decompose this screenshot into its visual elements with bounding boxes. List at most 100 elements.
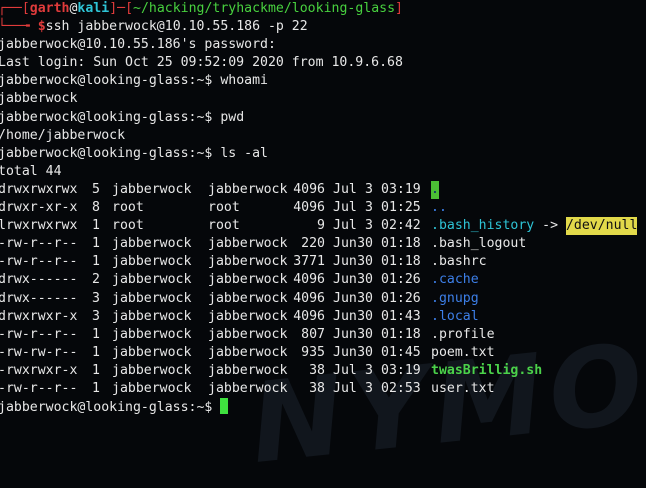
prompt-bracket-close: ] [395,1,403,16]
ls-group: jabberwock [208,290,288,306]
ls-time: 01:18 [381,236,421,252]
ls-group: jabberwock [208,254,288,270]
ls-month: Jul [333,181,357,197]
ls-owner: jabberwock [112,344,192,360]
ls-permissions: drwx------ [0,290,78,306]
prompt-user: garth [29,1,70,16]
ls-link-count: 2 [92,272,100,288]
ls-entry: drwxr-xr-x 8 root root 4096 Jul 3 01:25.. [0,199,646,217]
ssh-command-line: └──╼ $ssh jabberwock@10.10.55.186 -p 22 [0,18,646,36]
ls-day: 3 [365,380,373,396]
ls-month: Jun [333,326,357,342]
ls-permissions: -rw-r--r-- [0,326,78,342]
ls-owner: jabberwock [112,308,192,324]
ls-filename: .bash_logout [431,236,527,252]
ls-group: jabberwock [208,326,288,342]
ls-owner: jabberwock [112,236,192,252]
ls-permissions: drwxrwxr-x [0,308,78,324]
ls-link-count: 1 [92,254,100,270]
ls-filename: .. [431,200,447,216]
ls-entry: -rw-rw-r-- 1 jabberwock jabberwock 935 Jun30 0… [0,344,646,362]
final-prompt-line[interactable]: jabberwock@looking-glass:~$ [0,398,646,416]
ls-entry: drwxrwxrwx 5 jabberwock jabberwock 4096 Jul 3 0… [0,180,646,200]
ls-size: 807 [301,326,325,342]
ls-owner: jabberwock [112,326,192,342]
ls-link-count: 5 [92,181,100,197]
ls-time: 01:26 [381,272,421,288]
terminal-cursor[interactable] [220,398,229,415]
ls-filename: .bash_history [431,218,535,234]
ls-owner: jabberwock [112,290,192,306]
prompt-bracket: ┌──[ [0,1,30,16]
ls-size: 9 [317,218,325,234]
ls-group: root [208,218,240,234]
ls-month: Jun [333,272,357,288]
ls-time: 03:19 [381,181,421,197]
ls-link-count: 1 [92,326,100,342]
ls-owner: jabberwock [112,380,192,396]
prompt-dollar: $ [37,19,46,35]
ls-group: jabberwock [208,380,288,396]
ls-month: Jun [333,290,357,306]
ls-size: 38 [309,362,325,378]
ls-owner: jabberwock [112,272,192,288]
ls-filename: .cache [431,272,479,288]
whoami-command: whoami [220,73,268,89]
ls-time: 01:25 [381,200,421,216]
ls-day: 30 [357,236,373,252]
ls-size: 935 [301,344,325,360]
ls-time: 01:45 [381,344,421,360]
ls-size: 4096 [293,290,325,306]
prompt-path: ~/hacking/tryhackme/looking-glass [133,1,396,16]
pwd-command: pwd [220,109,245,125]
ls-time: 02:53 [381,380,421,396]
ls-permissions: -rw-rw-r-- [0,344,78,360]
prompt-arrow: └──╼ [0,19,38,35]
terminal-output[interactable]: ┌──[garth@kali]─[~/hacking/tryhackme/loo… [0,0,646,416]
ls-link-count: 1 [92,380,100,396]
ls-permissions: drwxrwxrwx [0,181,78,197]
ls-month: Jun [333,236,357,252]
ls-size: 220 [301,236,325,252]
ls-owner: root [112,218,144,234]
ls-filename: user.txt [431,380,495,396]
ls-permissions: drwx------ [0,272,78,288]
ssh-command: ssh jabberwock@10.10.55.186 -p 22 [45,19,308,35]
whoami-command-line: jabberwock@looking-glass:~$ whoami [0,72,646,90]
ls-owner: jabberwock [112,362,192,378]
ls-link-count: 1 [92,218,100,234]
ls-size: 4096 [293,272,325,288]
whoami-output: jabberwock [0,91,78,107]
ls-day: 30 [357,272,373,288]
remote-prompt: jabberwock@looking-glass:~$ [0,400,221,416]
ls-size: 38 [309,380,325,396]
ls-group: jabberwock [208,362,288,378]
ls-permissions: drwxr-xr-x [0,200,78,216]
ls-month: Jun [333,344,357,360]
ls-entry: -rw-r--r-- 1 jabberwock jabberwock 807 Jun30 0… [0,326,646,344]
ls-permissions: lrwxrwxrwx [0,218,78,234]
remote-prompt: jabberwock@looking-glass:~$ [0,73,221,89]
ls-size: 3771 [293,254,325,270]
ls-day: 3 [365,200,373,216]
ls-time: 03:19 [381,362,421,378]
ls-link-count: 3 [92,290,100,306]
ls-entry: drwxrwxr-x 3 jabberwock jabberwock 4096 Jun30… [0,308,646,326]
ls-owner: jabberwock [112,254,192,270]
ls-time: 01:18 [381,326,421,342]
pwd-output: /home/jabberwock [0,127,126,143]
ls-filename: .profile [431,326,495,342]
ls-entry: -rw-r--r-- 1 jabberwock jabberwock 220 Jun30 0… [0,235,646,253]
ls-entry: -rw-r--r-- 1 jabberwock jabberwock 3771 Jun30… [0,253,646,271]
ls-entry: drwx------ 3 jabberwock jabberwock 4096 Jun30… [0,290,646,308]
ls-entry: lrwxrwxrwx 1 root root 9 Jul 3 02:42 .bash_histo… [0,217,646,236]
ls-time: 01:43 [381,308,421,324]
ls-day: 3 [365,181,373,197]
ls-filename: .gnupg [431,290,479,306]
ls-link-count: 1 [92,236,100,252]
password-prompt: jabberwock@10.10.55.186's password: [0,37,276,53]
directory-listing: drwxrwxrwx 5 jabberwock jabberwock 4096 Jul 3 0… [0,180,646,398]
ls-link-count: 8 [92,200,100,216]
ls-filename: twasBrillig.sh [431,362,543,378]
ls-group: jabberwock [208,181,288,197]
